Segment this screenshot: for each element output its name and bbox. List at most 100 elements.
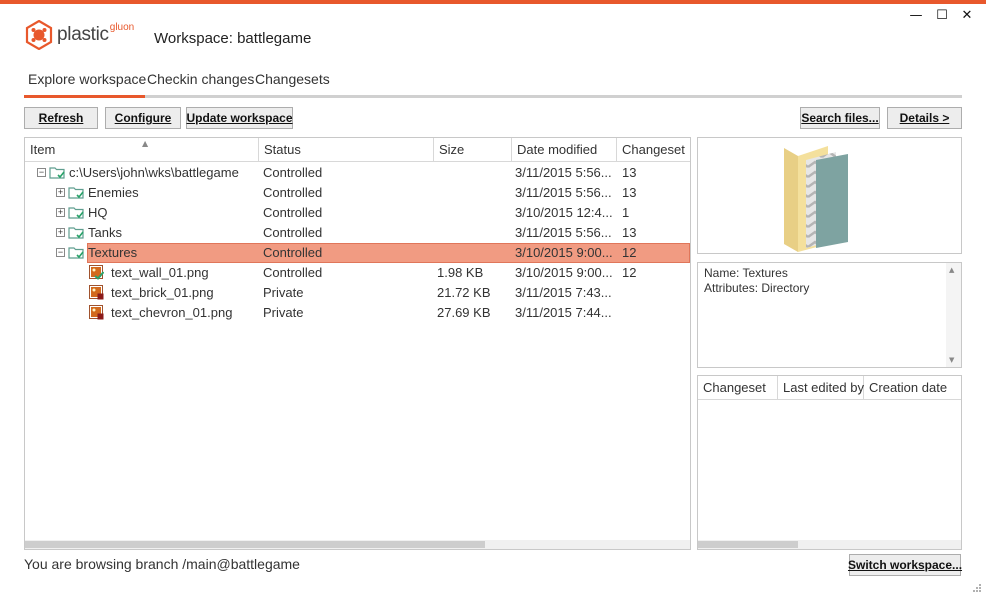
- item-size: [437, 203, 511, 223]
- accent-top-bar: [0, 0, 986, 4]
- main-tabs: Explore workspace Checkin changes Change…: [24, 71, 962, 97]
- item-changeset: 13: [622, 165, 637, 180]
- expand-icon[interactable]: +: [56, 208, 65, 217]
- preview-panel: [697, 137, 962, 254]
- item-status: Controlled: [263, 245, 323, 260]
- item-changeset: [622, 283, 688, 303]
- history-horizontal-scrollbar[interactable]: [698, 540, 961, 549]
- item-status: Controlled: [263, 185, 323, 200]
- item-name: Tanks: [88, 225, 122, 240]
- column-creation-date[interactable]: Creation date: [864, 376, 961, 399]
- plastic-logo-icon: [25, 20, 53, 50]
- history-panel[interactable]: Changeset Last edited by Creation date: [697, 375, 962, 550]
- item-date-modified: 3/10/2015 9:00...: [515, 265, 613, 280]
- item-status: Controlled: [263, 205, 323, 220]
- table-row[interactable]: text_chevron_01.png Private 27.69 KB 3/11/2…: [25, 303, 690, 323]
- info-vertical-scrollbar[interactable]: ▲ ▼: [946, 263, 961, 367]
- search-files-button[interactable]: Search files...: [800, 107, 880, 129]
- table-row[interactable]: − c:\Users\john\wks\battlegame Controlled 3…: [25, 163, 690, 183]
- table-row[interactable]: text_wall_01.png Controlled 1.98 KB 3/10/20…: [25, 263, 690, 283]
- info-name: Name: Textures: [704, 266, 788, 280]
- sort-ascending-icon: ▲: [142, 139, 149, 148]
- switch-workspace-button-label: Switch workspace...: [847, 558, 963, 572]
- controlled-folder-icon: [68, 246, 84, 259]
- tree-header: Item ▲ Status Size Date modified Changes…: [25, 138, 690, 162]
- switch-workspace-button[interactable]: Switch workspace...: [847, 554, 963, 576]
- table-row[interactable]: + Enemies Controlled 3/11/2015 5:56... 13: [25, 183, 690, 203]
- configure-button[interactable]: Configure: [105, 107, 181, 129]
- item-size: 27.69 KB: [437, 305, 491, 320]
- column-changeset[interactable]: Changeset: [617, 138, 690, 161]
- active-tab-indicator: [24, 95, 145, 98]
- minimize-button[interactable]: —: [908, 8, 924, 23]
- item-status: Private: [263, 305, 304, 320]
- scroll-up-arrow-icon[interactable]: ▲: [949, 266, 954, 274]
- refresh-button-label: Refresh: [38, 111, 84, 125]
- item-changeset: [622, 303, 688, 323]
- column-date-modified[interactable]: Date modified: [512, 138, 617, 161]
- item-status: Controlled: [263, 165, 323, 180]
- configure-button-label: Configure: [114, 111, 172, 125]
- collapse-icon[interactable]: −: [37, 168, 46, 177]
- tab-underline: [24, 95, 962, 98]
- logo-superscript: gluon: [109, 21, 135, 33]
- item-date-modified: 3/10/2015 12:4...: [515, 205, 613, 220]
- history-scrollbar-thumb[interactable]: [698, 541, 798, 548]
- status-bar-text: You are browsing branch /main@battlegame: [24, 556, 300, 572]
- item-name: text_brick_01.png: [111, 285, 214, 300]
- item-date-modified: 3/11/2015 5:56...: [515, 225, 612, 240]
- item-changeset: 12: [622, 245, 637, 260]
- item-status: Controlled: [263, 225, 323, 240]
- table-row[interactable]: + HQ Controlled 3/10/2015 12:4... 1: [25, 203, 690, 223]
- item-changeset: 1: [622, 205, 630, 220]
- item-status: Private: [263, 285, 304, 300]
- table-row[interactable]: − Textures Controlled 3/10/2015 9:00... 12: [25, 243, 690, 263]
- item-changeset: 13: [622, 225, 637, 240]
- close-button[interactable]: ✕: [959, 8, 975, 23]
- details-button[interactable]: Details >: [887, 107, 962, 129]
- tab-checkin-changes[interactable]: Checkin changes: [147, 71, 254, 87]
- item-name: text_chevron_01.png: [111, 305, 233, 320]
- item-name: HQ: [88, 205, 108, 220]
- column-size[interactable]: Size: [434, 138, 512, 161]
- resize-grip-icon[interactable]: [972, 583, 982, 593]
- item-status: Controlled: [263, 265, 323, 280]
- item-name: text_wall_01.png: [111, 265, 209, 280]
- item-name: Textures: [88, 245, 138, 260]
- app-logo: plastic gluon: [25, 20, 134, 50]
- details-button-label: Details >: [899, 111, 950, 125]
- private-image-file-icon: [89, 305, 104, 320]
- item-date-modified: 3/10/2015 9:00...: [515, 245, 613, 260]
- maximize-button[interactable]: ☐: [934, 8, 950, 23]
- item-size: [437, 223, 511, 243]
- folder-preview-icon: [784, 146, 848, 252]
- expand-icon[interactable]: +: [56, 188, 65, 197]
- item-size: [437, 163, 511, 183]
- update-workspace-button-label: Update workspace: [186, 111, 293, 125]
- column-history-changeset[interactable]: Changeset: [698, 376, 778, 399]
- item-size: 1.98 KB: [437, 265, 484, 280]
- update-workspace-button[interactable]: Update workspace: [186, 107, 293, 129]
- table-row[interactable]: text_brick_01.png Private 21.72 KB 3/11/201…: [25, 283, 690, 303]
- scroll-down-arrow-icon[interactable]: ▼: [949, 356, 954, 364]
- controlled-folder-icon: [68, 226, 84, 239]
- item-date-modified: 3/11/2015 7:43...: [515, 285, 612, 300]
- item-date-modified: 3/11/2015 5:56...: [515, 185, 612, 200]
- column-status[interactable]: Status: [259, 138, 434, 161]
- workspace-tree[interactable]: Item ▲ Status Size Date modified Changes…: [24, 137, 691, 550]
- collapse-icon[interactable]: −: [56, 248, 65, 257]
- table-row[interactable]: + Tanks Controlled 3/11/2015 5:56... 13: [25, 223, 690, 243]
- tab-changesets[interactable]: Changesets: [255, 71, 330, 87]
- item-date-modified: 3/11/2015 5:56...: [515, 165, 612, 180]
- controlled-folder-icon: [68, 186, 84, 199]
- info-attributes: Attributes: Directory: [704, 281, 810, 295]
- column-last-edited-by[interactable]: Last edited by: [778, 376, 864, 399]
- item-info-panel: Name: Textures Attributes: Directory ▲ ▼: [697, 262, 962, 368]
- expand-icon[interactable]: +: [56, 228, 65, 237]
- item-name: c:\Users\john\wks\battlegame: [69, 165, 239, 180]
- tab-explore-workspace[interactable]: Explore workspace: [28, 71, 146, 87]
- tree-horizontal-scrollbar[interactable]: [25, 540, 690, 549]
- scrollbar-thumb[interactable]: [25, 541, 485, 548]
- refresh-button[interactable]: Refresh: [24, 107, 98, 129]
- workspace-title: Workspace: battlegame: [154, 30, 312, 47]
